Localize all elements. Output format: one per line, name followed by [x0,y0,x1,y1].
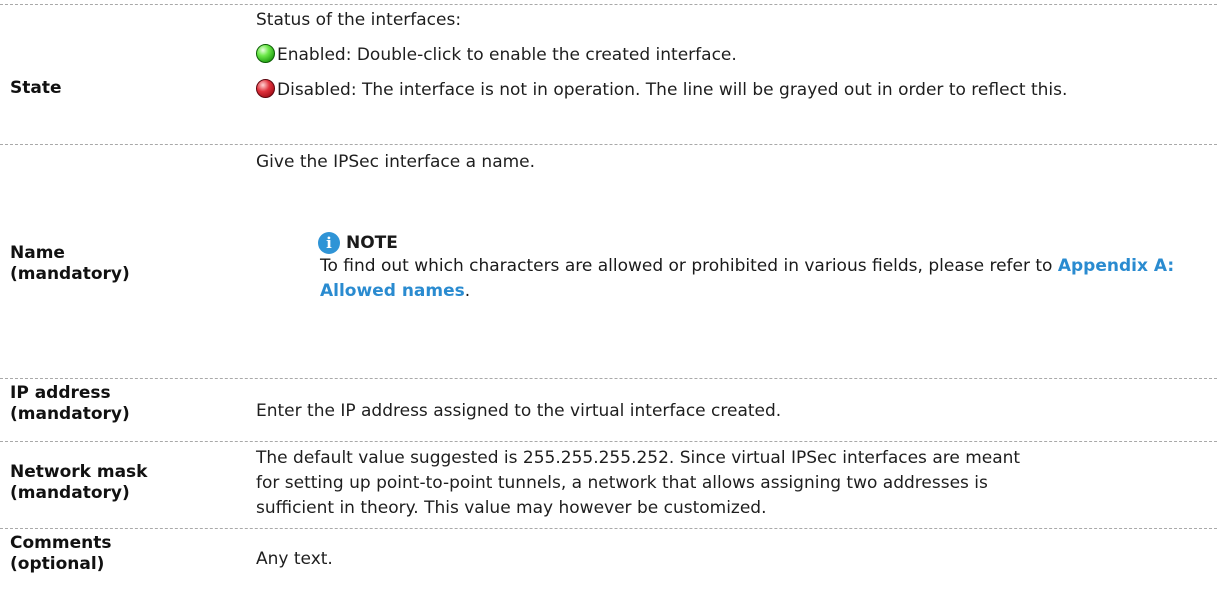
comments-label: Comments (optional) [10,533,111,575]
mask-row: Network mask (mandatory) The default val… [0,442,1217,528]
state-disabled-line: Disabled: The interface is not in operat… [256,78,1206,103]
note-end: . [464,281,471,301]
state-label: State [10,78,62,98]
ip-row: IP address (mandatory) Enter the IP addr… [0,379,1217,441]
name-label-line1: Name [10,243,65,263]
state-description: Status of the interfaces: Enabled: Doubl… [256,8,1206,103]
state-enabled-text: Enabled: Double-click to enable the crea… [277,45,737,65]
ip-description: Enter the IP address assigned to the vir… [256,401,782,421]
name-row: Name (mandatory) Give the IPSec interfac… [0,145,1217,378]
ip-label-line2: (mandatory) [10,404,130,424]
mask-description: The default value suggested is 255.255.2… [256,448,1021,518]
name-label-line2: (mandatory) [10,264,130,284]
comments-description: Any text. [256,549,333,569]
parameters-table: State Status of the interfaces: Enabled:… [0,0,1217,610]
name-description: Give the IPSec interface a name. [256,152,536,172]
comments-label-line1: Comments [10,533,112,553]
state-disabled-text: Disabled: The interface is not in operat… [277,80,1068,100]
comments-label-line2: (optional) [10,554,105,574]
note-box: i NOTE To find out which characters are … [318,232,1208,304]
name-label: Name (mandatory) [10,243,130,285]
state-row: State Status of the interfaces: Enabled:… [0,0,1217,144]
note-body: To find out which characters are allowed… [318,254,1208,304]
green-status-icon [256,44,275,63]
mask-label-line1: Network mask [10,462,148,482]
ip-label: IP address (mandatory) [10,383,130,425]
state-intro: Status of the interfaces: [256,10,462,30]
note-text: To find out which characters are allowed… [320,256,1053,276]
mask-label: Network mask (mandatory) [10,462,148,504]
comments-row: Comments (optional) Any text. [0,529,1217,610]
state-enabled-line: Enabled: Double-click to enable the crea… [256,43,1206,68]
red-status-icon [256,79,275,98]
note-header: i NOTE [318,232,1208,254]
mask-label-line2: (mandatory) [10,483,130,503]
note-title: NOTE [346,233,398,253]
ip-label-line1: IP address [10,383,111,403]
info-icon: i [318,232,340,254]
